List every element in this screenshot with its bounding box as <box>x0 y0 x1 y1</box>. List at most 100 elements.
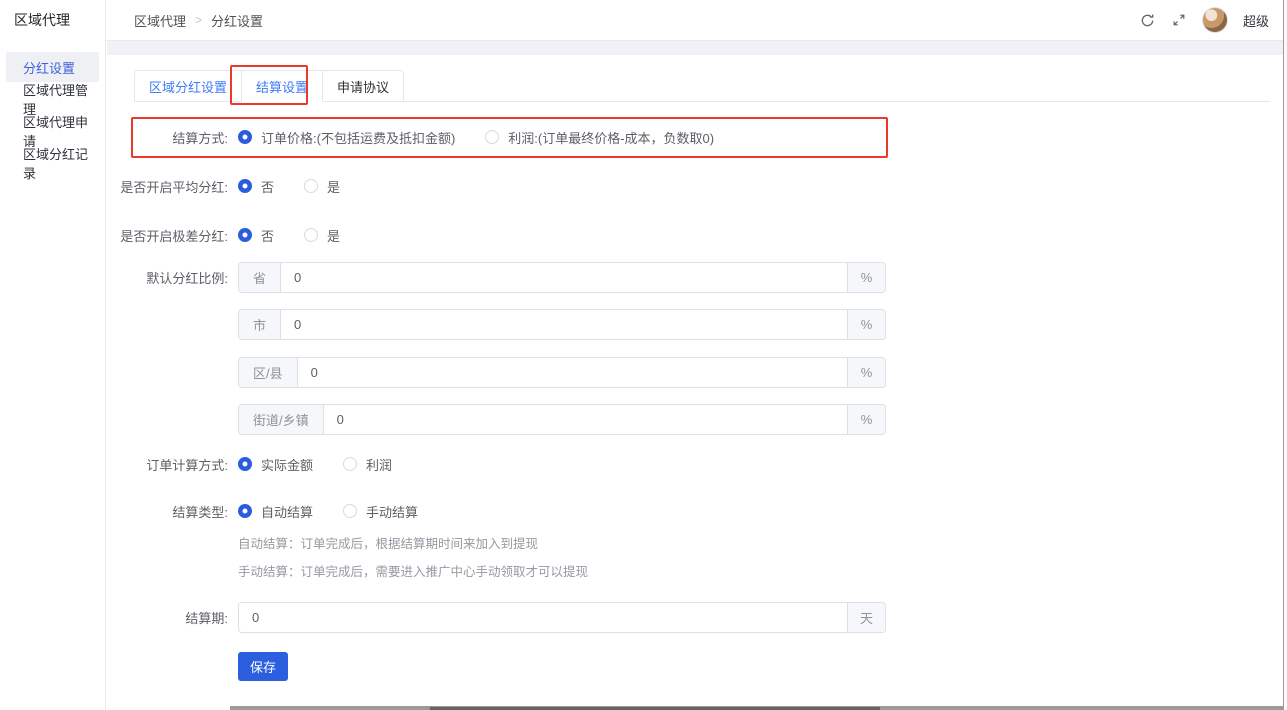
radio-label: 手动结算 <box>366 502 418 521</box>
radio-label: 订单价格:(不包括运费及抵扣金额) <box>261 128 455 147</box>
ratio-append-percent: % <box>847 405 885 434</box>
radio-label: 利润:(订单最终价格-成本，负数取0) <box>508 128 714 147</box>
range-dividend-label: 是否开启极差分红: <box>107 226 228 245</box>
sidebar-item-dividend-settings[interactable]: 分红设置 <box>6 52 99 82</box>
ratio-append-percent: % <box>847 310 885 339</box>
vertical-scrollbar[interactable] <box>1283 0 1287 710</box>
settlement-method-label: 结算方式: <box>107 128 228 147</box>
radio-profit[interactable]: 利润:(订单最终价格-成本，负数取0) <box>485 128 714 147</box>
settlement-method-radio-group: 订单价格:(不包括运费及抵扣金额) 利润:(订单最终价格-成本，负数取0) <box>238 128 744 147</box>
breadcrumb-item-root[interactable]: 区域代理 <box>134 11 186 30</box>
form-row-ratio-street: 街道/乡镇 % <box>107 404 1207 435</box>
radio-label: 自动结算 <box>261 502 313 521</box>
default-ratio-label: 默认分红比例: <box>107 268 228 287</box>
form-row-range-dividend: 是否开启极差分红: 否 是 <box>107 220 1207 250</box>
ratio-append-percent: % <box>847 358 885 387</box>
ratio-input-group-city: 市 % <box>238 309 886 340</box>
radio-dot <box>304 179 318 193</box>
sidebar-item-dividend-records[interactable]: 区域分红记录 <box>6 148 99 178</box>
ratio-input-city[interactable] <box>281 310 847 339</box>
radio-range-no[interactable]: 否 <box>238 226 274 245</box>
form-row-average-dividend: 是否开启平均分红: 否 是 <box>107 171 1207 201</box>
radio-dot <box>485 130 499 144</box>
radio-dot <box>343 504 357 518</box>
radio-dot <box>238 130 252 144</box>
ratio-prepend-district: 区/县 <box>239 358 298 387</box>
radio-auto-settle[interactable]: 自动结算 <box>238 502 313 521</box>
settle-period-input[interactable] <box>239 603 847 632</box>
radio-dot <box>238 179 252 193</box>
tab-region-dividend-settings[interactable]: 区域分红设置 <box>135 71 241 101</box>
form-row-settlement-method: 结算方式: 订单价格:(不包括运费及抵扣金额) 利润:(订单最终价格-成本，负数… <box>107 122 1207 152</box>
radio-label: 否 <box>261 177 274 196</box>
fullscreen-icon[interactable] <box>1171 12 1187 28</box>
settle-period-label: 结算期: <box>107 608 228 627</box>
breadcrumb-item-current: 分红设置 <box>211 11 263 30</box>
radio-label: 是 <box>327 177 340 196</box>
breadcrumb-separator: > <box>195 13 202 27</box>
app-title: 区域代理 <box>0 0 105 40</box>
sidebar-item-agent-management[interactable]: 区域代理管理 <box>6 84 99 114</box>
auto-settle-helper-text: 自动结算：订单完成后，根据结算期时间来加入到提现 <box>238 533 538 552</box>
ratio-prepend-street: 街道/乡镇 <box>239 405 324 434</box>
page: 区域代理 分红设置 区域代理管理 区域代理申请 区域分红记录 区域代理 > 分红… <box>0 0 1287 710</box>
radio-dot <box>304 228 318 242</box>
sidebar-nav: 分红设置 区域代理管理 区域代理申请 区域分红记录 <box>0 40 105 178</box>
radio-label: 实际金额 <box>261 455 313 474</box>
settle-period-append-day: 天 <box>847 603 885 632</box>
settle-type-radio-group: 自动结算 手动结算 <box>238 502 448 521</box>
ratio-input-street[interactable] <box>324 405 847 434</box>
manual-settle-helper-text: 手动结算：订单完成后，需要进入推广中心手动领取才可以提现 <box>238 561 588 580</box>
radio-dot <box>238 228 252 242</box>
save-button[interactable]: 保存 <box>238 652 288 681</box>
tab-nav: 区域分红设置 结算设置 申请协议 <box>134 70 404 102</box>
radio-actual-amount[interactable]: 实际金额 <box>238 455 313 474</box>
settle-type-label: 结算类型: <box>107 502 228 521</box>
average-dividend-label: 是否开启平均分红: <box>107 177 228 196</box>
order-calc-radio-group: 实际金额 利润 <box>238 455 422 474</box>
form-row-ratio-province: 默认分红比例: 省 % <box>107 262 1207 293</box>
radio-average-no[interactable]: 否 <box>238 177 274 196</box>
ratio-prepend-city: 市 <box>239 310 281 339</box>
sidebar: 区域代理 分红设置 区域代理管理 区域代理申请 区域分红记录 <box>0 0 106 710</box>
refresh-icon[interactable] <box>1140 12 1156 28</box>
radio-label: 否 <box>261 226 274 245</box>
radio-range-yes[interactable]: 是 <box>304 226 340 245</box>
radio-dot <box>238 457 252 471</box>
ratio-input-district[interactable] <box>298 358 847 387</box>
average-dividend-radio-group: 否 是 <box>238 177 370 196</box>
ratio-prepend-province: 省 <box>239 263 281 292</box>
avatar[interactable] <box>1202 7 1228 33</box>
form-row-settle-type: 结算类型: 自动结算 手动结算 <box>107 496 1207 526</box>
topbar: 区域代理 > 分红设置 超级 <box>107 0 1283 40</box>
radio-label: 是 <box>327 226 340 245</box>
form-row-ratio-city: 市 % <box>107 309 1207 340</box>
settle-period-input-group: 天 <box>238 602 886 633</box>
topbar-actions: 超级 <box>1140 0 1269 40</box>
form-row-ratio-district: 区/县 % <box>107 357 1207 388</box>
ratio-input-group-street: 街道/乡镇 % <box>238 404 886 435</box>
form-row-order-calc: 订单计算方式: 实际金额 利润 <box>107 449 1207 479</box>
ratio-input-group-province: 省 % <box>238 262 886 293</box>
tabbar: 区域分红设置 结算设置 申请协议 <box>134 70 1270 102</box>
radio-dot <box>238 504 252 518</box>
user-name[interactable]: 超级 <box>1243 11 1269 30</box>
tab-application-agreement[interactable]: 申请协议 <box>322 71 403 101</box>
order-calc-label: 订单计算方式: <box>107 455 228 474</box>
settings-card: 区域分红设置 结算设置 申请协议 结算方式: 订单价格:(不包括运费及抵扣金额)… <box>107 55 1283 706</box>
radio-label: 利润 <box>366 455 392 474</box>
radio-order-price[interactable]: 订单价格:(不包括运费及抵扣金额) <box>238 128 455 147</box>
breadcrumb: 区域代理 > 分红设置 <box>134 11 263 30</box>
radio-calc-profit[interactable]: 利润 <box>343 455 392 474</box>
form-row-settle-period: 结算期: 天 <box>107 602 1207 633</box>
sidebar-item-agent-application[interactable]: 区域代理申请 <box>6 116 99 146</box>
radio-manual-settle[interactable]: 手动结算 <box>343 502 418 521</box>
ratio-input-group-district: 区/县 % <box>238 357 886 388</box>
ratio-input-province[interactable] <box>281 263 847 292</box>
radio-average-yes[interactable]: 是 <box>304 177 340 196</box>
ratio-append-percent: % <box>847 263 885 292</box>
tab-settlement-settings[interactable]: 结算设置 <box>241 71 322 101</box>
radio-dot <box>343 457 357 471</box>
content-background-strip <box>107 41 1283 55</box>
range-dividend-radio-group: 否 是 <box>238 226 370 245</box>
